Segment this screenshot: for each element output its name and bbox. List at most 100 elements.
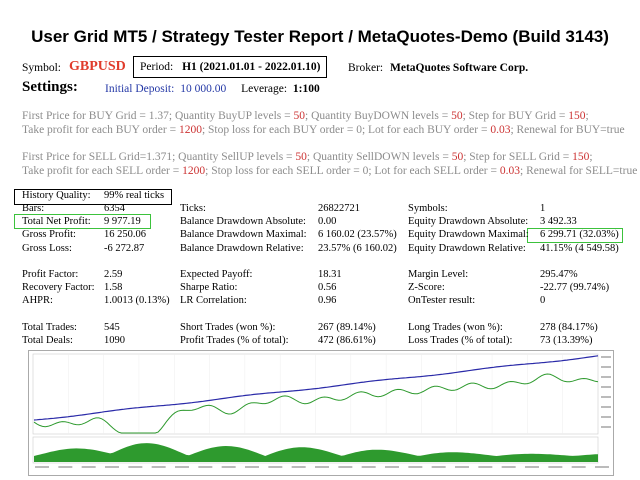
stat-value: 278 (84.17%) xyxy=(540,321,598,333)
axis-tick-mark xyxy=(455,466,469,468)
stat-value: 6 160.02 (23.57%) xyxy=(318,229,397,241)
param-value: 150 xyxy=(568,110,586,122)
stat-label: Profit Trades (% of total): xyxy=(180,335,289,346)
axis-tick-mark xyxy=(601,366,611,368)
stat-value: 0.56 xyxy=(318,282,337,294)
stat-label: AHPR: xyxy=(22,295,53,307)
axis-tick-mark xyxy=(601,426,611,428)
param-value: 1200 xyxy=(182,165,206,177)
param-text: ; Stop loss for each SELL order = 0; Lot… xyxy=(205,165,500,177)
param-text: Take profit for each SELL order = xyxy=(22,165,183,177)
history-quality-label: History Quality: xyxy=(22,190,91,201)
report-title: User Grid MT5 / Strategy Tester Report /… xyxy=(31,27,609,46)
stat-label: Bars: xyxy=(22,203,45,214)
stat-value: 6354 xyxy=(104,203,125,214)
stat-value: 1090 xyxy=(104,335,125,346)
axis-tick-mark xyxy=(338,466,353,468)
axis-tick-mark xyxy=(361,466,376,468)
deposit-label: Initial Deposit: xyxy=(105,83,175,95)
stat-value: 0.96 xyxy=(318,295,337,307)
axis-tick-mark xyxy=(478,466,493,468)
axis-tick-mark xyxy=(58,466,73,468)
stat-label: Symbols: xyxy=(408,203,448,214)
stat-label: Long Trades (won %): xyxy=(408,321,503,333)
axis-tick-mark xyxy=(601,416,611,418)
stat-value: 1.58 xyxy=(104,282,123,294)
stat-label: Loss Trades (% of total): xyxy=(408,335,513,346)
axis-tick-mark xyxy=(595,466,609,468)
param-text: ; xyxy=(589,151,593,163)
param-text: ; Step for SELL Grid = xyxy=(463,151,573,163)
stat-value: 6 299.71 (32.03%) xyxy=(540,229,619,241)
axis-tick-mark xyxy=(501,466,516,468)
stat-value: 0.00 xyxy=(318,216,337,228)
buy-params-line-1: First Price for BUY Grid = 1.37; Quantit… xyxy=(22,110,589,122)
axis-tick-mark xyxy=(245,466,259,468)
stat-value: 73 (13.39%) xyxy=(540,335,593,346)
param-value: 0.03 xyxy=(490,124,511,136)
param-text: First Price for BUY Grid = 1.37; Quantit… xyxy=(22,110,294,122)
param-value: 50 xyxy=(451,151,464,163)
stat-label: Z-Score: xyxy=(408,282,445,294)
period-value: H1 (2021.01.01 - 2022.01.10) xyxy=(182,61,321,73)
axis-tick-mark xyxy=(385,466,399,468)
stat-value: 16 250.06 xyxy=(104,229,146,241)
axis-tick-mark xyxy=(548,466,563,468)
param-value: 0.03 xyxy=(499,165,520,177)
stat-label: Equity Drawdown Maximal: xyxy=(408,229,529,241)
axis-tick-mark xyxy=(571,466,586,468)
axis-tick-mark xyxy=(105,466,119,468)
symbol-label: Symbol: xyxy=(22,62,61,74)
axis-tick-mark xyxy=(151,466,166,468)
period-box: Period: H1 (2021.01.01 - 2022.01.10) xyxy=(133,56,328,78)
broker-value: MetaQuotes Software Corp. xyxy=(390,62,529,74)
stat-label: Equity Drawdown Absolute: xyxy=(408,216,529,228)
symbol-value: GBPUSD xyxy=(69,59,126,74)
axis-tick-mark xyxy=(221,466,236,468)
stat-label: Total Deals: xyxy=(22,335,73,346)
stat-label: Balance Drawdown Relative: xyxy=(180,242,304,254)
axis-tick-mark xyxy=(315,466,329,468)
buy-params-line-2: Take profit for each BUY order = 1200; S… xyxy=(22,124,625,136)
stat-value: 295.47% xyxy=(540,269,578,280)
period-label: Period: xyxy=(140,61,174,73)
stat-label: Recovery Factor: xyxy=(22,282,95,294)
leverage-value: 1:100 xyxy=(292,83,320,95)
param-value: 150 xyxy=(572,151,590,163)
axis-tick-mark xyxy=(268,466,283,468)
axis-tick-mark xyxy=(175,466,189,468)
stat-value: -6 272.87 xyxy=(104,242,145,254)
deposit-row: Initial Deposit: 10 000.00 Leverage: 1:1… xyxy=(105,83,320,95)
stat-label: LR Correlation: xyxy=(180,295,247,307)
param-text: ; Renewal for BUY=true xyxy=(510,124,625,136)
stat-label: Expected Payoff: xyxy=(180,269,253,280)
axis-tick-mark xyxy=(601,386,611,388)
param-text: ; Renewal for SELL=true xyxy=(520,165,638,177)
stat-label: Balance Drawdown Absolute: xyxy=(180,216,306,228)
stat-value: 1.0013 (0.13%) xyxy=(104,295,170,307)
stat-value: 3 492.33 xyxy=(540,216,577,228)
stat-label: Gross Loss: xyxy=(22,242,72,254)
stat-value: 0 xyxy=(540,295,546,307)
stat-label: Ticks: xyxy=(180,203,206,214)
stat-value: 472 (86.61%) xyxy=(318,335,376,346)
sell-params-line-2: Take profit for each SELL order = 1200; … xyxy=(22,165,637,177)
param-text: ; Stop loss for each BUY order = 0; Lot … xyxy=(201,124,491,136)
sell-params-line-1: First Price for SELL Grid=1.371; Quantit… xyxy=(22,151,593,163)
axis-tick-mark xyxy=(408,466,423,468)
stat-label: Gross Profit: xyxy=(22,229,76,241)
stat-label: Profit Factor: xyxy=(22,269,79,280)
stat-value: 23.57% (6 160.02) xyxy=(318,242,397,254)
param-value: 50 xyxy=(293,110,306,122)
stat-label: Short Trades (won %): xyxy=(180,321,276,333)
stat-value: 26822721 xyxy=(318,203,360,214)
axis-tick-mark xyxy=(81,466,96,468)
broker-row: Broker: MetaQuotes Software Corp. xyxy=(348,62,528,74)
axis-tick-mark xyxy=(601,396,611,398)
stat-label: Equity Drawdown Relative: xyxy=(408,242,526,254)
stat-value: 2.59 xyxy=(104,269,123,280)
axis-tick-mark xyxy=(128,466,143,468)
param-text: ; Step for BUY Grid = xyxy=(462,110,569,122)
param-text: ; Quantity BuyDOWN levels = xyxy=(305,110,452,122)
param-value: 50 xyxy=(451,110,463,122)
